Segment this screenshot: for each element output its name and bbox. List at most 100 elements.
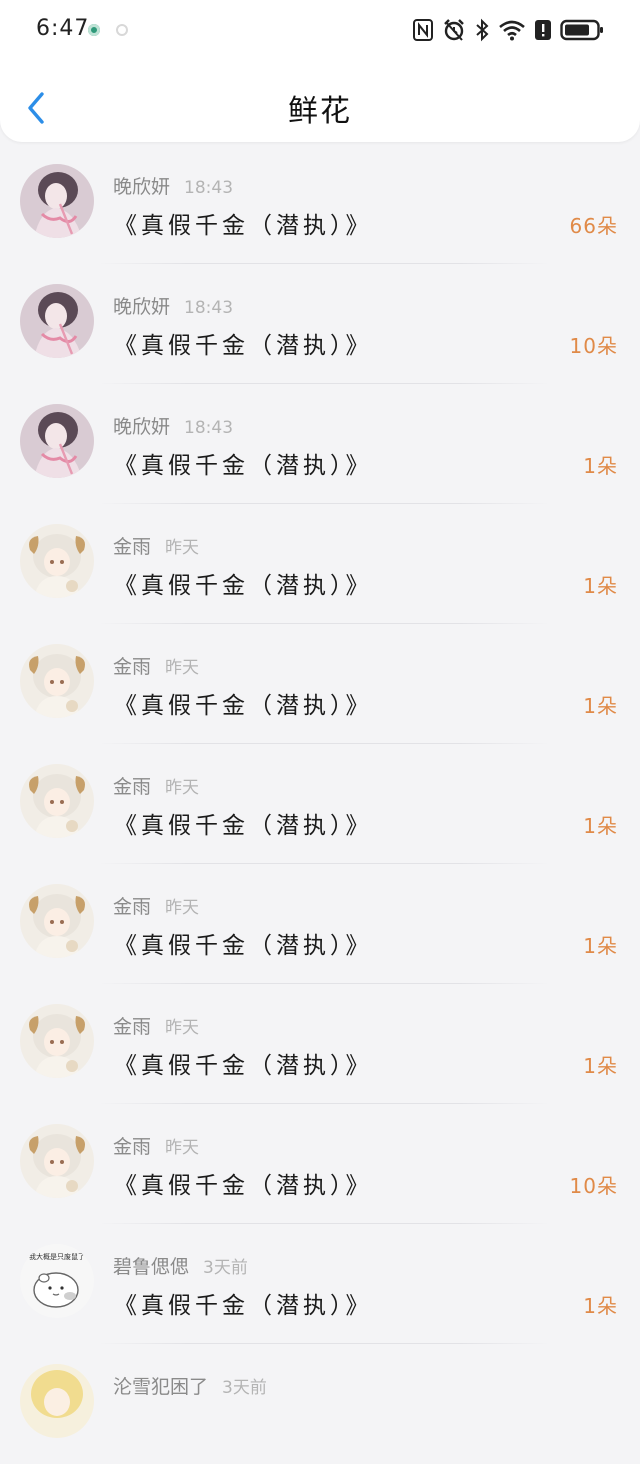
sent-time: 昨天 <box>165 1018 200 1038</box>
sheep-girl-image <box>20 1004 94 1078</box>
flower-count: 1朵 <box>583 934 618 958</box>
alarm-icon <box>444 19 464 41</box>
bluetooth-icon <box>476 18 489 42</box>
sent-time: 3天前 <box>222 1378 267 1398</box>
girl-portrait-image <box>20 404 94 478</box>
sheep-girl-image <box>20 524 94 598</box>
book-title[interactable]: 《真假千金（潜执）》 <box>114 566 373 600</box>
sender-name[interactable]: 金雨 <box>113 536 151 558</box>
sender-meta: 金雨 昨天 <box>113 1012 199 1039</box>
sender-meta: 金雨 昨天 <box>113 772 199 799</box>
book-title[interactable]: 《真假千金（潜执）》 <box>114 1046 373 1080</box>
wifi-icon <box>499 20 525 41</box>
flower-count: 1朵 <box>583 814 618 838</box>
flower-count: 1朵 <box>583 694 618 718</box>
sheep-girl-image <box>20 764 94 838</box>
list-item[interactable]: 晚欣妍 18:43 《真假千金（潜执）》 1朵 <box>0 384 640 504</box>
sender-name[interactable]: 碧鲁偲偲 <box>113 1256 189 1278</box>
sender-meta: 晚欣妍 18:43 <box>113 292 233 319</box>
flower-count: 1朵 <box>583 574 618 598</box>
flower-count: 1朵 <box>583 1294 618 1318</box>
sender-meta: 金雨 昨天 <box>113 652 199 679</box>
flower-count: 10朵 <box>569 1174 618 1198</box>
blonde-girl-image <box>20 1364 94 1438</box>
header: 6:47 鲜花 <box>0 0 640 142</box>
sender-meta: 金雨 昨天 <box>113 532 199 559</box>
list-item[interactable]: 金雨 昨天 《真假千金（潜执）》 1朵 <box>0 624 640 744</box>
app-notification-icon <box>88 24 100 36</box>
sender-meta: 沦雪犯困了 3天前 <box>113 1372 267 1399</box>
list-item[interactable]: 晚欣妍 18:43 《真假千金（潜执）》 10朵 <box>0 264 640 384</box>
avatar[interactable] <box>20 164 94 238</box>
avatar[interactable] <box>20 284 94 358</box>
sent-time: 18:43 <box>184 178 234 198</box>
book-title[interactable]: 《真假千金（潜执）》 <box>114 686 373 720</box>
flower-count: 66朵 <box>569 214 618 238</box>
sender-name[interactable]: 晚欣妍 <box>113 296 170 318</box>
book-title[interactable]: 《真假千金（潜执）》 <box>114 206 373 240</box>
nfc-icon <box>413 19 433 41</box>
sent-time: 昨天 <box>165 1138 200 1158</box>
sender-meta: 金雨 昨天 <box>113 892 199 919</box>
sent-time: 3天前 <box>203 1258 248 1278</box>
list-item[interactable]: 我大概是只废鼠了 碧鲁偲偲 3天前 《真假千金（潜执）》 1朵 <box>0 1224 640 1344</box>
book-title[interactable]: 《真假千金（潜执）》 <box>114 326 373 360</box>
sender-meta: 碧鲁偲偲 3天前 <box>113 1252 248 1279</box>
avatar[interactable] <box>20 884 94 958</box>
sheep-girl-image <box>20 644 94 718</box>
flower-count: 1朵 <box>583 1054 618 1078</box>
avatar[interactable] <box>20 1364 94 1438</box>
nav-bar: 鲜花 <box>0 62 640 142</box>
battery-icon <box>560 19 603 41</box>
avatar[interactable] <box>20 404 94 478</box>
avatar-caption: 我大概是只废鼠了 <box>29 1252 85 1261</box>
list-item[interactable]: 金雨 昨天 《真假千金（潜执）》 1朵 <box>0 984 640 1104</box>
list-item[interactable]: 金雨 昨天 《真假千金（潜执）》 1朵 <box>0 864 640 984</box>
sender-meta: 晚欣妍 18:43 <box>113 412 233 439</box>
sender-meta: 晚欣妍 18:43 <box>113 172 233 199</box>
sender-name[interactable]: 金雨 <box>113 776 151 798</box>
list-item[interactable]: 金雨 昨天 《真假千金（潜执）》 1朵 <box>0 744 640 864</box>
avatar[interactable] <box>20 1124 94 1198</box>
sent-time: 18:43 <box>184 418 234 438</box>
status-icons <box>412 14 604 46</box>
app-notification-icon <box>116 24 128 36</box>
sent-time: 昨天 <box>165 898 200 918</box>
avatar[interactable] <box>20 764 94 838</box>
sender-name[interactable]: 沦雪犯困了 <box>113 1376 208 1398</box>
sender-name[interactable]: 金雨 <box>113 1016 151 1038</box>
book-title[interactable]: 《真假千金（潜执）》 <box>114 926 373 960</box>
sheep-girl-image <box>20 884 94 958</box>
list-item[interactable]: 金雨 昨天 《真假千金（潜执）》 1朵 <box>0 504 640 624</box>
avatar[interactable]: 我大概是只废鼠了 <box>20 1244 94 1318</box>
status-bar: 6:47 <box>0 0 640 62</box>
book-title[interactable]: 《真假千金（潜执）》 <box>114 446 373 480</box>
avatar[interactable] <box>20 524 94 598</box>
sender-name[interactable]: 晚欣妍 <box>113 416 170 438</box>
list-item[interactable]: 沦雪犯困了 3天前 <box>0 1344 640 1464</box>
girl-portrait-image <box>20 284 94 358</box>
list-item[interactable]: 金雨 昨天 《真假千金（潜执）》 10朵 <box>0 1104 640 1224</box>
sender-meta: 金雨 昨天 <box>113 1132 199 1159</box>
sent-time: 18:43 <box>184 298 234 318</box>
sender-name[interactable]: 金雨 <box>113 896 151 918</box>
list-item[interactable]: 晚欣妍 18:43 《真假千金（潜执）》 66朵 <box>0 144 640 264</box>
sent-time: 昨天 <box>165 538 200 558</box>
status-time: 6:47 <box>36 16 90 41</box>
avatar[interactable] <box>20 644 94 718</box>
book-title[interactable]: 《真假千金（潜执）》 <box>114 1166 373 1200</box>
alert-icon <box>535 20 551 40</box>
flower-count: 10朵 <box>569 334 618 358</box>
avatar[interactable] <box>20 1004 94 1078</box>
sender-name[interactable]: 金雨 <box>113 656 151 678</box>
sent-time: 昨天 <box>165 658 200 678</box>
hamster-sticker-image: 我大概是只废鼠了 <box>20 1244 94 1318</box>
sender-name[interactable]: 金雨 <box>113 1136 151 1158</box>
sent-time: 昨天 <box>165 778 200 798</box>
book-title[interactable]: 《真假千金（潜执）》 <box>114 1286 373 1320</box>
sender-name[interactable]: 晚欣妍 <box>113 176 170 198</box>
flower-list: 晚欣妍 18:43 《真假千金（潜执）》 66朵 晚欣妍 18:43 《真假千金（潜… <box>0 144 640 1464</box>
book-title[interactable]: 《真假千金（潜执）》 <box>114 806 373 840</box>
page-title: 鲜花 <box>288 94 352 129</box>
sheep-girl-image <box>20 1124 94 1198</box>
